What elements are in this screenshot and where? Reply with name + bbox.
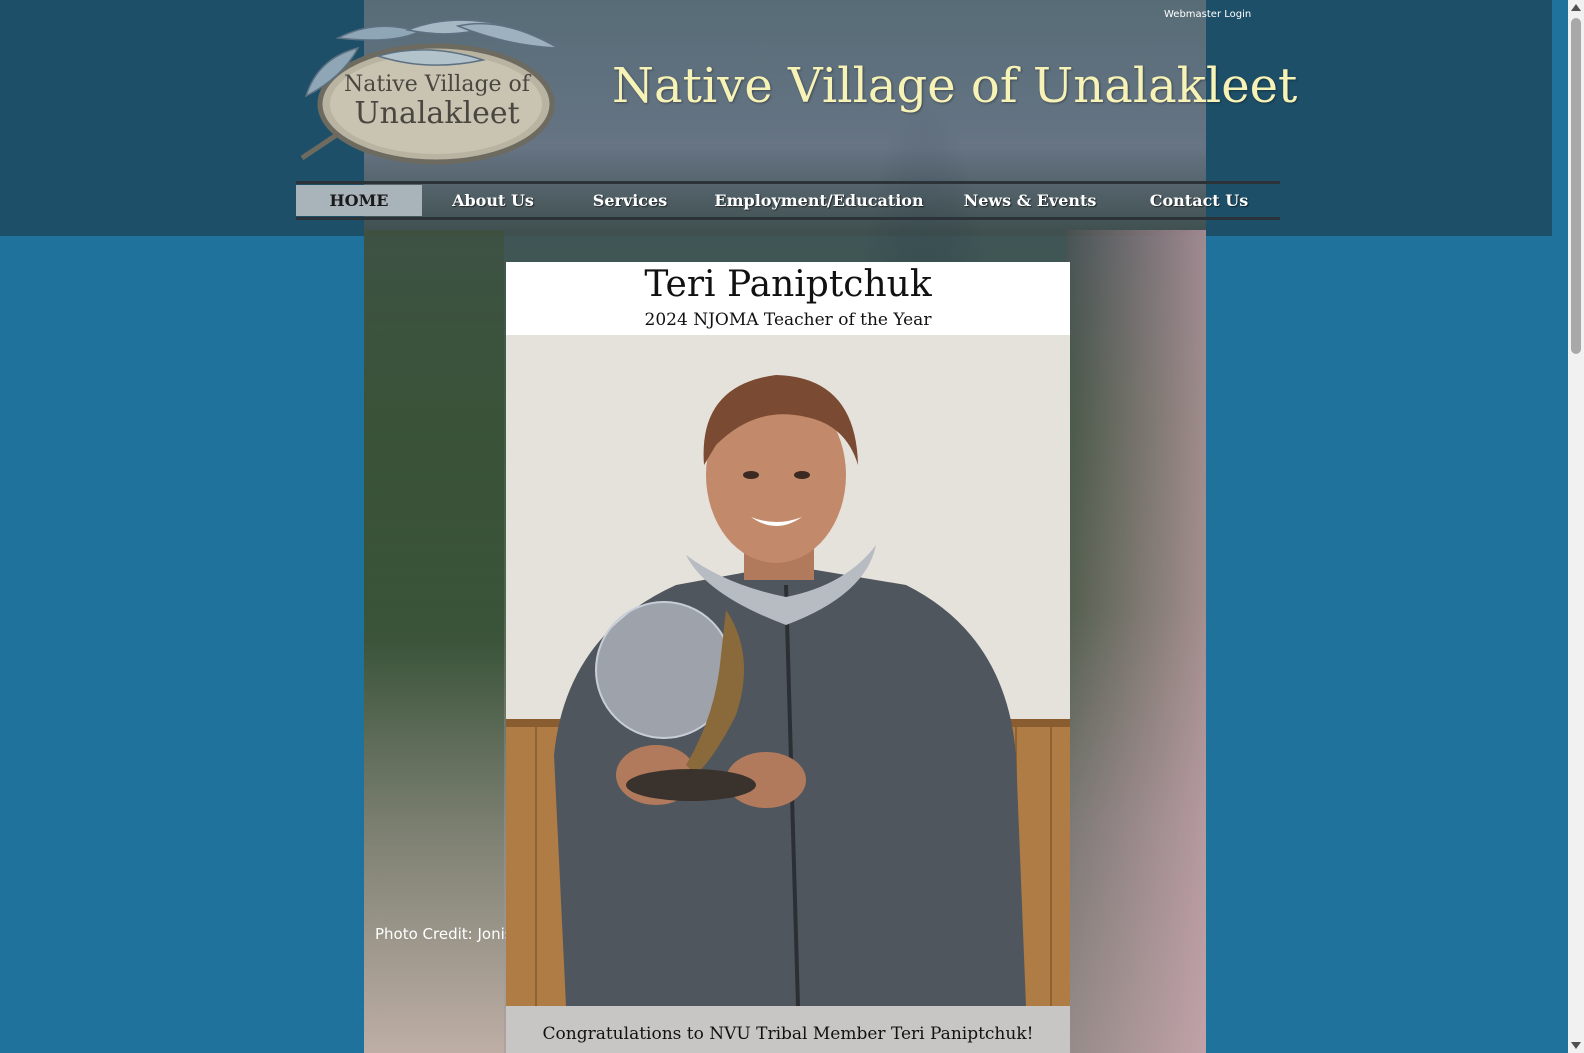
feature-title-box: Teri Paniptchuk 2024 NJOMA Teacher of th… (506, 262, 1070, 335)
scrollbar-thumb[interactable] (1571, 18, 1581, 354)
nav-item-home[interactable]: HOME (296, 185, 422, 216)
scroll-down-icon[interactable] (1571, 1042, 1581, 1049)
logo-text-line2: Unalakleet (354, 96, 520, 131)
feature-name: Teri Paniptchuk (644, 264, 932, 305)
webmaster-login-link[interactable]: Webmaster Login (1164, 9, 1251, 20)
nav-item-news-events[interactable]: News & Events (942, 185, 1118, 216)
logo-text-line1: Native Village of (344, 72, 530, 97)
feature-caption: Congratulations to NVU Tribal Member Ter… (542, 1024, 1034, 1044)
nav-item-services[interactable]: Services (564, 185, 696, 216)
teacher-portrait-image (506, 335, 1070, 1006)
feature-subtitle: 2024 NJOMA Teacher of the Year (644, 310, 932, 330)
site-logo[interactable]: Native Village of Unalakleet (298, 8, 576, 166)
nav-item-employment-education[interactable]: Employment/Education (696, 185, 942, 216)
feature-photo (506, 335, 1070, 1006)
feature-caption-box: Congratulations to NVU Tribal Member Ter… (506, 1006, 1070, 1053)
site-title: Native Village of Unalakleet (612, 58, 1298, 114)
page-scrollbar[interactable] (1568, 0, 1584, 1053)
photo-credit: Photo Credit: Jonis (375, 925, 506, 943)
scroll-up-icon[interactable] (1571, 4, 1581, 11)
main-nav: HOME About Us Services Employment/Educat… (296, 181, 1280, 220)
nav-item-about-us[interactable]: About Us (422, 185, 564, 216)
nav-item-contact-us[interactable]: Contact Us (1118, 185, 1280, 216)
